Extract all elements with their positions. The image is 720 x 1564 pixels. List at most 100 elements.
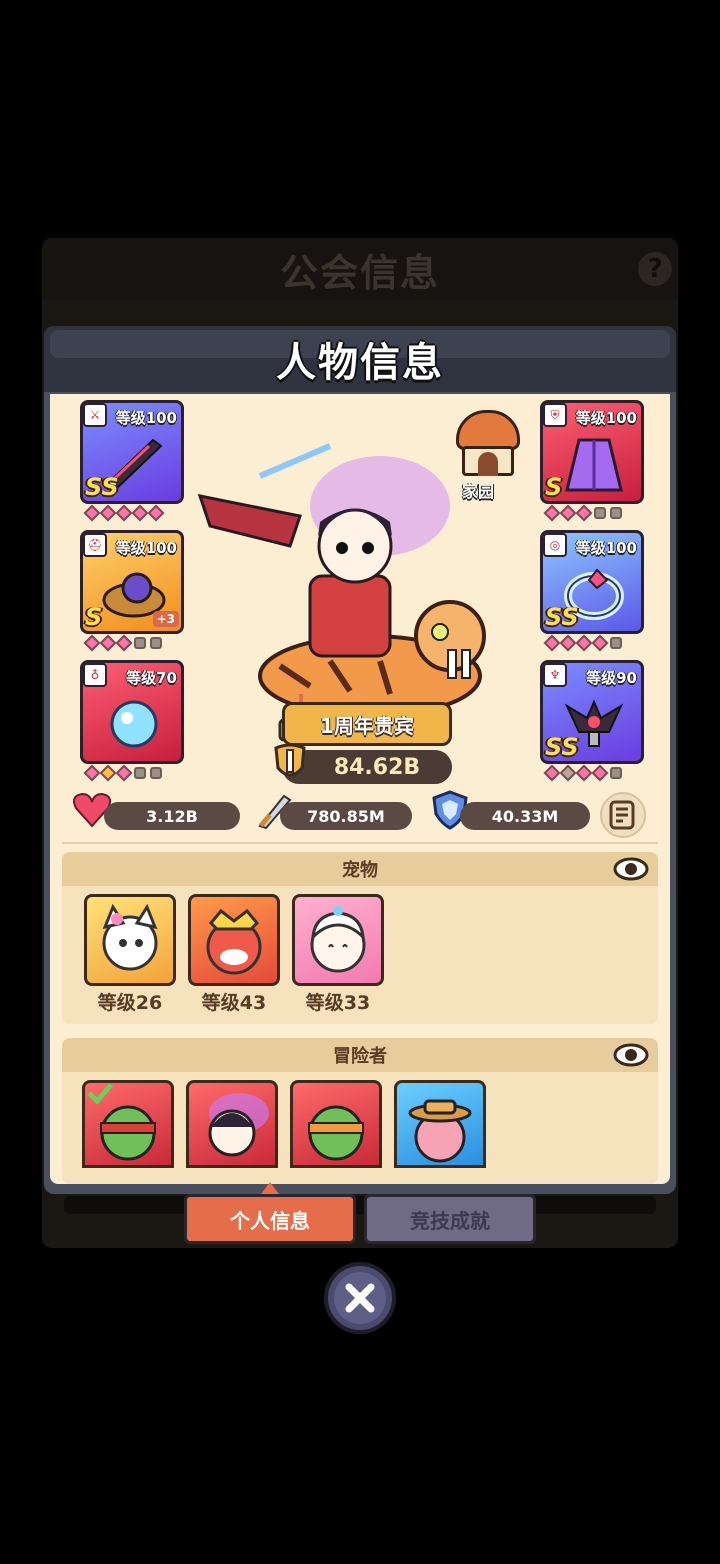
dialog-body: ⚔ 等级100 SS ⛑ 等级100 S +3 ♁ 等级70 家园 ⛨ 等级10…	[50, 394, 670, 1184]
hp-value: 3.12B	[146, 806, 198, 826]
equipment-grade: S	[85, 603, 103, 631]
guild-title: 公会信息	[279, 250, 440, 295]
gem-icon	[543, 634, 561, 652]
pet-item[interactable]: 等级33	[292, 894, 384, 1015]
helmet-icon: ⛑	[83, 533, 107, 557]
details-button[interactable]	[600, 792, 646, 838]
close-button[interactable]	[324, 1262, 396, 1334]
gem-icon	[575, 634, 593, 652]
equipment-level: 等级100	[115, 409, 177, 427]
eye-icon[interactable]	[612, 1041, 650, 1069]
equipment-card[interactable]: ⛨ 等级100 S	[540, 400, 644, 504]
adventurer-card[interactable]	[82, 1080, 174, 1168]
guild-footer	[64, 1196, 656, 1214]
equipment-helmet[interactable]: ⛑ 等级100 S +3	[80, 530, 184, 652]
lock-icon	[610, 507, 622, 519]
dialog-title: 人物信息	[276, 340, 444, 386]
lock-icon	[150, 767, 162, 779]
gem-icon	[575, 504, 593, 522]
gem-icon	[115, 764, 133, 782]
gem-icon	[559, 764, 577, 782]
pets-section: 宠物 等级26 等级43 等级33	[62, 852, 658, 1024]
gem-icon	[99, 634, 117, 652]
gem-row	[540, 634, 644, 652]
hp-stat: 3.12B	[104, 802, 240, 830]
gem-icon	[559, 634, 577, 652]
defense-value: 40.33M	[491, 806, 559, 826]
amulet-icon: ♆	[543, 663, 567, 687]
tab-arena-achievements[interactable]: 竞技成就	[364, 1194, 536, 1244]
check-icon	[87, 1083, 113, 1105]
ring-icon: ◎	[543, 533, 567, 557]
pets-header: 宠物	[62, 852, 658, 886]
gem-icon	[591, 634, 609, 652]
cape-icon	[559, 431, 629, 493]
gem-icon	[575, 764, 593, 782]
pet-item[interactable]: 等级43	[188, 894, 280, 1015]
equipment-ring[interactable]: ◎ 等级100 SS	[540, 530, 644, 652]
gem-row	[540, 504, 644, 522]
crystal-icon	[99, 691, 169, 753]
attack-value: 780.85M	[307, 806, 385, 826]
gem-icon	[83, 764, 101, 782]
dialog-header: 人物信息	[44, 326, 676, 392]
guild-header: 公会信息 ?	[42, 238, 678, 300]
gem-icon	[591, 764, 609, 782]
adventurer-card[interactable]	[186, 1080, 278, 1168]
gem-row	[80, 504, 184, 522]
gem-icon	[115, 504, 133, 522]
combat-power-value: 84.62B	[333, 754, 421, 780]
equipment-card[interactable]: ⚔ 等级100 SS	[80, 400, 184, 504]
gem-row	[540, 764, 644, 782]
eye-icon[interactable]	[612, 855, 650, 883]
pet-portrait	[84, 894, 176, 986]
screen: { "guild": {"title": "公会信息", "help_icon"…	[0, 0, 720, 1564]
adventurers-header: 冒险者	[62, 1038, 658, 1072]
title-banner-text: 1周年贵宾	[320, 713, 414, 738]
close-icon	[334, 1272, 386, 1324]
equipment-grade: SS	[545, 733, 579, 761]
lock-icon	[610, 637, 622, 649]
lock-icon	[610, 767, 622, 779]
equipment-card[interactable]: ♁ 等级70	[80, 660, 184, 764]
equipment-weapon[interactable]: ⚔ 等级100 SS	[80, 400, 184, 522]
equipment-card[interactable]: ♆ 等级90 SS	[540, 660, 644, 764]
equipment-level: 等级100	[115, 539, 177, 557]
title-banner: 1周年贵宾	[282, 702, 452, 746]
hero-avatar	[190, 436, 490, 736]
gem-row	[80, 634, 184, 652]
equipment-level: 等级90	[586, 669, 637, 687]
gem-icon	[543, 504, 561, 522]
equipment-grade: SS	[545, 603, 579, 631]
power-sword-icon	[274, 743, 306, 777]
pet-level: 等级43	[201, 992, 267, 1014]
gem-icon	[543, 764, 561, 782]
pet-item[interactable]: 等级26	[84, 894, 176, 1015]
lock-icon	[134, 637, 146, 649]
equipment-grade: S	[545, 473, 563, 501]
gem-row	[80, 764, 184, 782]
lock-icon	[594, 507, 606, 519]
gem-icon	[559, 504, 577, 522]
equipment-card[interactable]: ⛑ 等级100 S +3	[80, 530, 184, 634]
equipment-necklace[interactable]: ♁ 等级70	[80, 660, 184, 782]
armor-icon: ⛨	[543, 403, 567, 427]
gem-icon	[83, 504, 101, 522]
necklace-icon: ♁	[83, 663, 107, 687]
equipment-level: 等级100	[575, 409, 637, 427]
adventurers-section: 冒险者	[62, 1038, 658, 1184]
equipment-armor[interactable]: ⛨ 等级100 S	[540, 400, 644, 522]
equipment-amulet[interactable]: ♆ 等级90 SS	[540, 660, 644, 782]
gem-icon	[83, 634, 101, 652]
help-icon[interactable]: ?	[638, 252, 672, 286]
pet-level: 等级33	[305, 992, 371, 1014]
adventurer-card[interactable]	[290, 1080, 382, 1168]
tab-personal-info[interactable]: 个人信息	[184, 1194, 356, 1244]
pets-title: 宠物	[342, 860, 378, 881]
equipment-level: 等级100	[575, 539, 637, 557]
tab-personal-info-label: 个人信息	[230, 1208, 310, 1233]
sword-icon: ⚔	[83, 403, 107, 427]
equipment-level: 等级70	[126, 669, 177, 687]
equipment-card[interactable]: ◎ 等级100 SS	[540, 530, 644, 634]
adventurer-card[interactable]	[394, 1080, 486, 1168]
